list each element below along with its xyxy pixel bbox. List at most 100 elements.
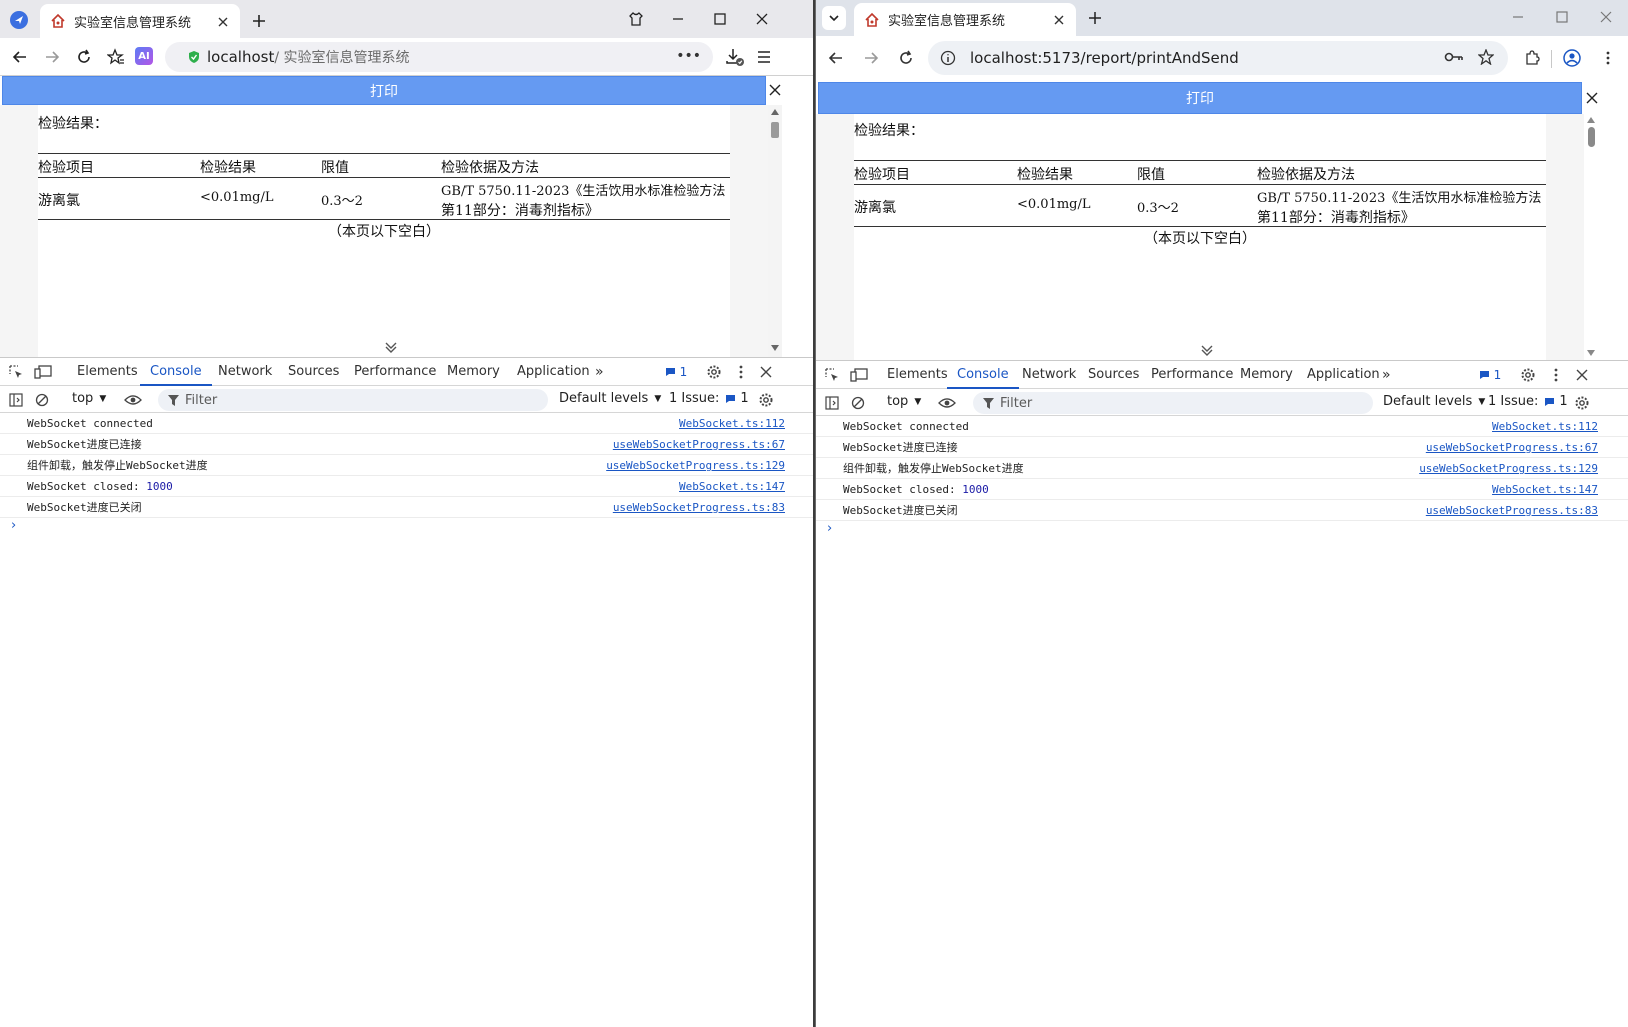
message-badge[interactable]: 1	[1476, 367, 1504, 383]
console-prompt[interactable]: ›	[827, 521, 832, 536]
message-badge[interactable]: 1	[662, 364, 690, 380]
message-source-link[interactable]: useWebSocketProgress.ts:83	[1426, 500, 1598, 521]
page-scrollbar[interactable]	[1584, 114, 1598, 360]
tab-console[interactable]: Console	[947, 361, 1019, 389]
forward-icon[interactable]	[40, 45, 64, 69]
tab-network[interactable]: Network	[1022, 361, 1076, 389]
message-source-link[interactable]: WebSocket.ts:147	[679, 476, 785, 497]
close-window-icon[interactable]	[1594, 6, 1618, 28]
device-toolbar-icon[interactable]	[848, 365, 870, 385]
more-tabs-icon[interactable]: »	[595, 358, 604, 386]
filter-input[interactable]: Filter	[973, 392, 1373, 414]
clear-console-icon[interactable]	[848, 393, 868, 413]
live-expression-eye-icon[interactable]	[122, 390, 144, 410]
favorites-icon[interactable]	[104, 45, 128, 69]
context-selector[interactable]: top ▼	[887, 394, 921, 409]
clear-console-icon[interactable]	[32, 390, 52, 410]
back-icon[interactable]	[824, 46, 848, 70]
inspect-element-icon[interactable]	[822, 365, 842, 385]
tab-search-icon[interactable]	[822, 6, 846, 30]
browser-logo-icon[interactable]	[8, 9, 30, 31]
console-prompt[interactable]: ›	[11, 518, 16, 533]
close-devtools-icon[interactable]	[1572, 365, 1592, 385]
kebab-menu-icon[interactable]	[731, 362, 751, 382]
close-preview-icon[interactable]	[1582, 88, 1602, 108]
message-source-link[interactable]: WebSocket.ts:112	[679, 413, 785, 434]
reload-icon[interactable]	[894, 46, 918, 70]
scroll-down-chevron-icon[interactable]	[1197, 340, 1217, 360]
inspect-element-icon[interactable]	[6, 362, 26, 382]
right-address-bar[interactable]: localhost:5173/report/printAndSend	[928, 41, 1508, 75]
log-levels-dropdown[interactable]: Default levels ▼	[559, 391, 661, 406]
message-source-link[interactable]: WebSocket.ts:147	[1492, 479, 1598, 500]
message-source-link[interactable]: useWebSocketProgress.ts:67	[613, 434, 785, 455]
more-actions-icon[interactable]: •••	[676, 48, 701, 64]
reload-icon[interactable]	[72, 45, 96, 69]
page-scrollbar[interactable]	[768, 105, 782, 357]
console-settings-icon[interactable]	[1572, 393, 1592, 413]
minimize-icon[interactable]	[666, 8, 690, 30]
tab-elements[interactable]: Elements	[77, 358, 138, 386]
console-settings-icon[interactable]	[756, 390, 776, 410]
scrollbar-thumb[interactable]	[1588, 127, 1595, 147]
site-info-icon[interactable]	[940, 50, 956, 66]
downloads-icon[interactable]	[722, 45, 748, 69]
settings-gear-icon[interactable]	[704, 362, 724, 382]
tab-application[interactable]: Application	[517, 358, 590, 386]
tab-console[interactable]: Console	[140, 358, 212, 386]
settings-gear-icon[interactable]	[1518, 365, 1538, 385]
more-tabs-icon[interactable]: »	[1382, 361, 1391, 389]
message-source-link[interactable]: useWebSocketProgress.ts:129	[606, 455, 785, 476]
new-tab-icon[interactable]	[248, 10, 270, 32]
forward-icon[interactable]	[859, 46, 883, 70]
menu-icon[interactable]	[752, 45, 776, 69]
left-active-tab[interactable]: 实验室信息管理系统	[40, 4, 240, 38]
print-button[interactable]: 打印	[818, 82, 1582, 114]
back-icon[interactable]	[8, 45, 32, 69]
close-tab-icon[interactable]	[1050, 11, 1068, 29]
new-tab-icon[interactable]	[1084, 7, 1106, 29]
close-preview-icon[interactable]	[766, 81, 784, 99]
chrome-menu-icon[interactable]	[1596, 46, 1620, 70]
filter-input[interactable]: Filter	[158, 389, 548, 411]
tab-elements[interactable]: Elements	[887, 361, 948, 389]
issues-counter[interactable]: 1 Issue: 1	[1488, 394, 1568, 409]
device-toolbar-icon[interactable]	[32, 362, 54, 382]
tab-sources[interactable]: Sources	[1088, 361, 1139, 389]
maximize-icon[interactable]	[1550, 6, 1574, 28]
tab-memory[interactable]: Memory	[447, 358, 500, 386]
message-source-link[interactable]: WebSocket.ts:112	[1492, 416, 1598, 437]
tab-performance[interactable]: Performance	[354, 358, 436, 386]
close-devtools-icon[interactable]	[756, 362, 776, 382]
message-source-link[interactable]: useWebSocketProgress.ts:83	[613, 497, 785, 518]
extensions-puzzle-icon[interactable]	[1520, 46, 1544, 70]
close-tab-icon[interactable]	[214, 13, 232, 31]
profile-avatar-icon[interactable]	[1560, 46, 1584, 70]
sidebar-toggle-icon[interactable]	[822, 393, 842, 413]
tab-sources[interactable]: Sources	[288, 358, 339, 386]
print-button[interactable]: 打印	[2, 76, 766, 105]
tab-application[interactable]: Application	[1307, 361, 1380, 389]
log-levels-dropdown[interactable]: Default levels ▼	[1383, 394, 1485, 409]
right-active-tab[interactable]: 实验室信息管理系统	[854, 3, 1076, 36]
maximize-icon[interactable]	[708, 8, 732, 30]
tshirt-icon[interactable]	[624, 8, 648, 30]
tab-memory[interactable]: Memory	[1240, 361, 1293, 389]
ai-icon[interactable]: AI	[135, 47, 153, 65]
tab-network[interactable]: Network	[218, 358, 272, 386]
left-address-bar[interactable]: localhost / 实验室信息管理系统 •••	[165, 42, 713, 72]
tab-performance[interactable]: Performance	[1151, 361, 1233, 389]
message-source-link[interactable]: useWebSocketProgress.ts:67	[1426, 437, 1598, 458]
live-expression-eye-icon[interactable]	[936, 393, 958, 413]
minimize-icon[interactable]	[1506, 6, 1530, 28]
issues-counter[interactable]: 1 Issue: 1	[669, 391, 749, 406]
sidebar-toggle-icon[interactable]	[6, 390, 26, 410]
message-source-link[interactable]: useWebSocketProgress.ts:129	[1419, 458, 1598, 479]
scroll-down-chevron-icon[interactable]	[381, 337, 401, 357]
kebab-menu-icon[interactable]	[1546, 365, 1566, 385]
bookmark-star-icon[interactable]	[1478, 49, 1494, 65]
password-key-icon[interactable]	[1444, 50, 1464, 64]
scrollbar-thumb[interactable]	[771, 122, 779, 138]
close-window-icon[interactable]	[750, 8, 774, 30]
context-selector[interactable]: top ▼	[72, 391, 106, 406]
